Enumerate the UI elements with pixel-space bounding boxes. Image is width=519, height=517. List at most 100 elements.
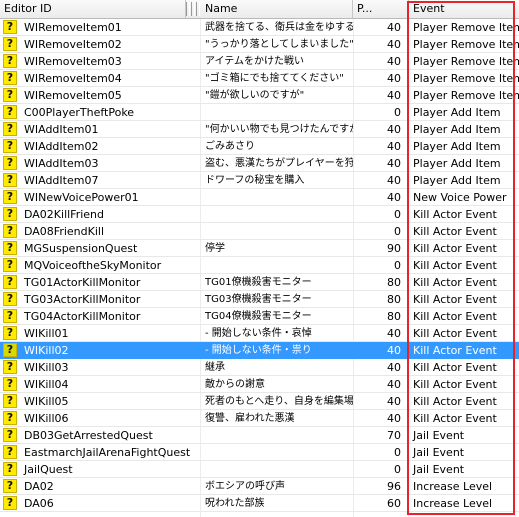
table-row[interactable]: ? TG03ActorKillMonitor TG03僚機殺害モニター 80 Kill … bbox=[0, 291, 519, 308]
column-header-name[interactable]: Name bbox=[201, 0, 353, 18]
table-row[interactable]: ? WIKill04 敵からの謝意 40 Kill Actor Event bbox=[0, 376, 519, 393]
name-cell: ドワーフの秘宝を購入 bbox=[205, 175, 305, 186]
column-resize-grip[interactable] bbox=[186, 2, 190, 16]
quest-icon: ? bbox=[3, 105, 17, 119]
row-icon-cell: ? bbox=[0, 393, 20, 410]
editor-id-cell: TG04ActorKillMonitor bbox=[24, 310, 141, 323]
name-cell: 死者のもとへ走り、自身を編集場所に… bbox=[205, 396, 353, 407]
table-row[interactable]: ? WIAddItem01 "何かいい物でも見つけたんですか？" 40 Player A… bbox=[0, 121, 519, 138]
name-cell: "鎧が欲しいのですが" bbox=[205, 90, 305, 101]
event-cell: Kill Actor Event bbox=[413, 208, 497, 221]
priority-cell: 70 bbox=[387, 429, 401, 442]
name-cell bbox=[201, 206, 353, 223]
event-cell: Kill Actor Event bbox=[413, 412, 497, 425]
row-icon-cell: ? bbox=[0, 461, 20, 478]
table-row[interactable]: ? WIRemoveItem05 "鎧が欲しいのですが" 40 Player Remov… bbox=[0, 87, 519, 104]
event-cell: Player Remove Item bbox=[413, 55, 519, 68]
column-resize-grip[interactable] bbox=[191, 2, 195, 16]
table-row[interactable]: ? DA02 ボエシアの呼び声 96 Increase Level bbox=[0, 478, 519, 495]
editor-id-cell: WIRemoveItem05 bbox=[24, 89, 122, 102]
column-resize-grip[interactable] bbox=[196, 2, 200, 16]
priority-cell: 40 bbox=[387, 327, 401, 340]
priority-cell: 40 bbox=[387, 89, 401, 102]
quest-icon: ? bbox=[3, 394, 17, 408]
table-row[interactable]: ? MGSuspensionQuest 停学 90 Kill Actor Event bbox=[0, 240, 519, 257]
table-row[interactable]: ? DA08FriendKill 0 Kill Actor Event bbox=[0, 223, 519, 240]
priority-cell: 40 bbox=[387, 412, 401, 425]
editor-id-cell: WIKill03 bbox=[24, 361, 69, 374]
row-icon-cell: ? bbox=[0, 121, 20, 138]
name-cell bbox=[201, 104, 353, 121]
event-cell: Increase Level bbox=[413, 497, 493, 510]
event-cell: Kill Actor Event bbox=[413, 242, 497, 255]
table-row[interactable]: ? WIKill03 継承 40 Kill Actor Event bbox=[0, 359, 519, 376]
quest-icon: ? bbox=[3, 411, 17, 425]
row-icon-cell: ? bbox=[0, 325, 20, 342]
row-icon-cell: ? bbox=[0, 189, 20, 206]
event-cell: Kill Actor Event bbox=[413, 276, 497, 289]
name-cell: 武器を捨てる、衛兵は金をゆする bbox=[205, 22, 353, 33]
quest-icon: ? bbox=[3, 20, 17, 34]
table-row[interactable]: ? WIRemoveItem02 "うっかり落としてしまいました" 40 Player … bbox=[0, 36, 519, 53]
event-cell: Player Add Item bbox=[413, 140, 501, 153]
row-icon-cell: ? bbox=[0, 19, 20, 36]
event-cell: Player Add Item bbox=[413, 106, 501, 119]
event-cell: Player Add Item bbox=[413, 123, 501, 136]
editor-id-cell: WIAddItem03 bbox=[24, 157, 99, 170]
table-row[interactable]: ? WIRemoveItem01 武器を捨てる、衛兵は金をゆする 40 Player R… bbox=[0, 19, 519, 36]
quest-icon: ? bbox=[3, 326, 17, 340]
row-icon-cell: ? bbox=[0, 308, 20, 325]
editor-id-cell: WIKill01 bbox=[24, 327, 69, 340]
row-icon-cell: ? bbox=[0, 87, 20, 104]
editor-id-cell: C00PlayerTheftPoke bbox=[24, 106, 135, 119]
quest-icon: ? bbox=[3, 462, 17, 476]
table-row[interactable]: ? WIKill06 復讐、雇われた悪漢 40 Kill Actor Event bbox=[0, 410, 519, 427]
table-row[interactable]: ? WINewVoicePower01 40 New Voice Power bbox=[0, 189, 519, 206]
event-cell: Player Remove Item bbox=[413, 89, 519, 102]
column-header-priority[interactable]: P... bbox=[353, 0, 409, 18]
name-cell: ごみあさり bbox=[205, 141, 255, 152]
table-row[interactable]: ? MQVoiceoftheSkyMonitor 0 Kill Actor Event bbox=[0, 257, 519, 274]
table-row[interactable]: ? DA02KillFriend 0 Kill Actor Event bbox=[0, 206, 519, 223]
event-cell: Player Remove Item bbox=[413, 38, 519, 51]
table-row[interactable]: ? WIAddItem03 盗む、悪漢たちがプレイヤーを狩る 40 Player Add… bbox=[0, 155, 519, 172]
table-row[interactable]: ? TG01ActorKillMonitor TG01僚機殺害モニター 80 Kill … bbox=[0, 274, 519, 291]
editor-id-cell: WIRemoveItem01 bbox=[24, 21, 122, 34]
row-icon-cell: ? bbox=[0, 206, 20, 223]
table-row[interactable]: ? WIKill02 - 開始しない条件・祟り 40 Kill Actor Event bbox=[0, 342, 519, 359]
table-row[interactable]: ? WIKill05 死者のもとへ走り、自身を編集場所に… 40 Kill Actor … bbox=[0, 393, 519, 410]
column-header-editor-id[interactable]: Editor ID bbox=[0, 0, 186, 18]
editor-id-cell: WIKill06 bbox=[24, 412, 69, 425]
row-icon-cell: ? bbox=[0, 223, 20, 240]
table-row[interactable]: ? EastmarchJailArenaFightQuest 0 Jail Event bbox=[0, 444, 519, 461]
column-header-event[interactable]: Event bbox=[409, 0, 519, 18]
quest-list-grid[interactable]: Editor ID Name P... Event ? WIRemoveItem0… bbox=[0, 0, 519, 517]
priority-cell: 40 bbox=[387, 21, 401, 34]
name-cell: TG04僚機殺害モニター bbox=[205, 311, 312, 322]
quest-icon: ? bbox=[3, 241, 17, 255]
editor-id-cell: WIKill02 bbox=[24, 344, 69, 357]
event-cell: Player Add Item bbox=[413, 157, 501, 170]
row-icon-cell: ? bbox=[0, 478, 20, 495]
row-icon-cell: ? bbox=[0, 410, 20, 427]
table-row[interactable]: ? WIRemoveItem04 "ゴミ箱にでも捨ててください" 40 Player R… bbox=[0, 70, 519, 87]
name-cell: アイテムをかけた戦い bbox=[205, 56, 304, 67]
row-icon-cell: ? bbox=[0, 138, 20, 155]
editor-id-cell: WINewVoicePower01 bbox=[24, 191, 139, 204]
name-cell bbox=[201, 223, 353, 240]
table-row[interactable]: ? TG04ActorKillMonitor TG04僚機殺害モニター 80 Kill … bbox=[0, 308, 519, 325]
table-row[interactable]: ? WIAddItem07 ドワーフの秘宝を購入 40 Player Add Item bbox=[0, 172, 519, 189]
table-row[interactable]: ? C00PlayerTheftPoke 0 Player Add Item bbox=[0, 104, 519, 121]
table-row[interactable]: ? WIAddItem02 ごみあさり 40 Player Add Item bbox=[0, 138, 519, 155]
table-row[interactable]: ? WIRemoveItem03 アイテムをかけた戦い 40 Player Remove… bbox=[0, 53, 519, 70]
editor-id-cell: TG03ActorKillMonitor bbox=[24, 293, 141, 306]
table-row[interactable]: ? WIKill01 - 開始しない条件・哀悼 40 Kill Actor Event bbox=[0, 325, 519, 342]
table-row[interactable]: ? DA06 呪われた部族 60 Increase Level bbox=[0, 495, 519, 512]
name-cell bbox=[201, 257, 353, 274]
editor-id-cell: MGSuspensionQuest bbox=[24, 242, 138, 255]
name-cell: "うっかり落としてしまいました" bbox=[205, 39, 353, 50]
priority-cell: 40 bbox=[387, 72, 401, 85]
table-row[interactable]: ? JailQuest 0 Jail Event bbox=[0, 461, 519, 478]
quest-icon: ? bbox=[3, 360, 17, 374]
table-row[interactable]: ? DB03GetArrestedQuest 70 Jail Event bbox=[0, 427, 519, 444]
